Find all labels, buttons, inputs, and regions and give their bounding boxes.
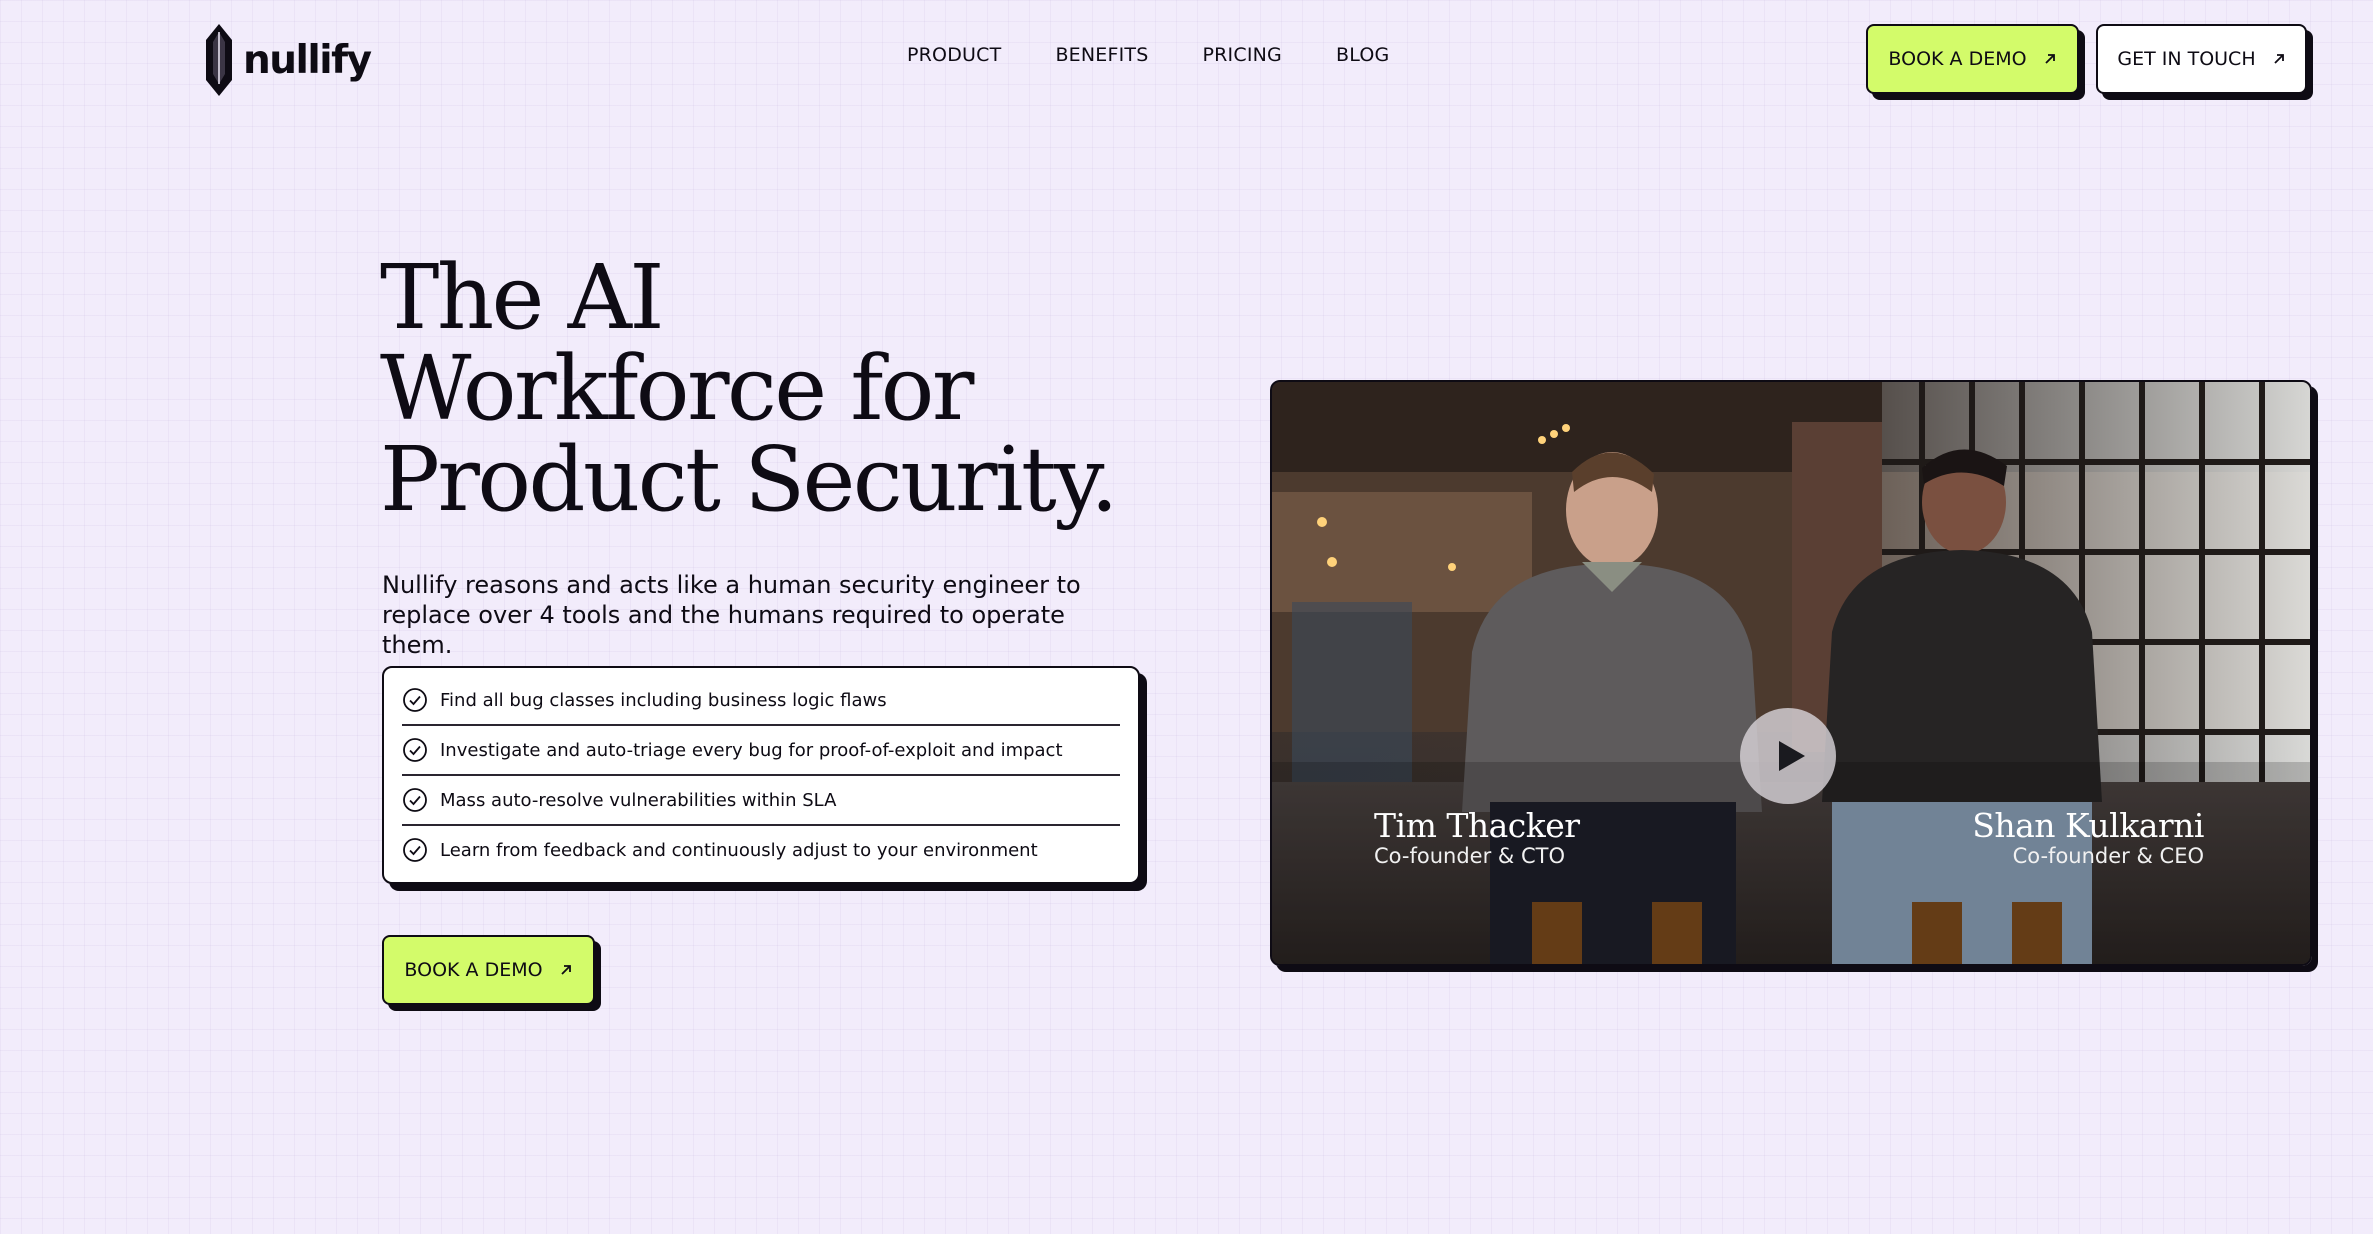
- feature-list: Find all bug classes including business …: [382, 666, 1140, 884]
- header-book-demo-button[interactable]: BOOK A DEMO: [1866, 24, 2079, 94]
- hero-book-demo-label: BOOK A DEMO: [404, 959, 543, 981]
- nav-link-product[interactable]: PRODUCT: [907, 44, 1001, 66]
- check-circle-icon: [403, 838, 427, 862]
- arrow-up-right-icon: [2044, 54, 2055, 64]
- founders-video[interactable]: Tim Thacker Co-founder & CTO Shan Kulkar…: [1270, 380, 2312, 966]
- nav-link-benefits[interactable]: BENEFITS: [1055, 44, 1148, 66]
- play-icon: [1779, 741, 1805, 771]
- feature-text: Investigate and auto-triage every bug fo…: [440, 739, 1063, 761]
- feature-item: Find all bug classes including business …: [402, 676, 1120, 726]
- hero-title: The AI Workforce for Product Security.: [380, 245, 1119, 531]
- feature-text: Mass auto-resolve vulnerabilities within…: [440, 789, 837, 811]
- check-circle-icon: [403, 738, 427, 762]
- nav-link-blog[interactable]: BLOG: [1336, 44, 1389, 66]
- arrow-up-right-icon: [2273, 54, 2284, 64]
- feature-text: Find all bug classes including business …: [440, 689, 887, 711]
- header-get-in-touch-label: GET IN TOUCH: [2117, 48, 2256, 70]
- person-role: Co-founder & CEO: [2012, 844, 2204, 868]
- check-circle-icon: [403, 788, 427, 812]
- feature-item: Mass auto-resolve vulnerabilities within…: [402, 776, 1120, 826]
- person-name: Tim Thacker: [1374, 806, 1580, 845]
- header-book-demo-label: BOOK A DEMO: [1888, 48, 2027, 70]
- person-role: Co-founder & CTO: [1374, 844, 1565, 868]
- hero-title-line-2: Workforce for: [380, 336, 974, 440]
- hero-title-line-1: The AI: [380, 245, 665, 349]
- person-name: Shan Kulkarni: [1972, 806, 2204, 845]
- brand-logo[interactable]: nullify: [203, 22, 372, 98]
- main-nav: PRODUCT BENEFITS PRICING BLOG: [907, 44, 1389, 66]
- nav-link-pricing[interactable]: PRICING: [1203, 44, 1282, 66]
- video-thumbnail: [1272, 382, 2310, 964]
- check-circle-icon: [403, 688, 427, 712]
- brand-name: nullify: [243, 37, 372, 83]
- hero-book-demo-button[interactable]: BOOK A DEMO: [382, 935, 595, 1005]
- feature-text: Learn from feedback and continuously adj…: [440, 839, 1038, 861]
- feature-item: Investigate and auto-triage every bug fo…: [402, 726, 1120, 776]
- hero-subtitle: Nullify reasons and acts like a human se…: [382, 571, 1081, 659]
- header-get-in-touch-button[interactable]: GET IN TOUCH: [2096, 24, 2307, 94]
- arrow-up-right-icon: [560, 965, 571, 975]
- crystal-shield-icon: [206, 24, 232, 96]
- feature-item: Learn from feedback and continuously adj…: [402, 826, 1120, 874]
- video-play-button[interactable]: [1740, 708, 1836, 804]
- hero-title-line-3: Product Security.: [380, 427, 1119, 531]
